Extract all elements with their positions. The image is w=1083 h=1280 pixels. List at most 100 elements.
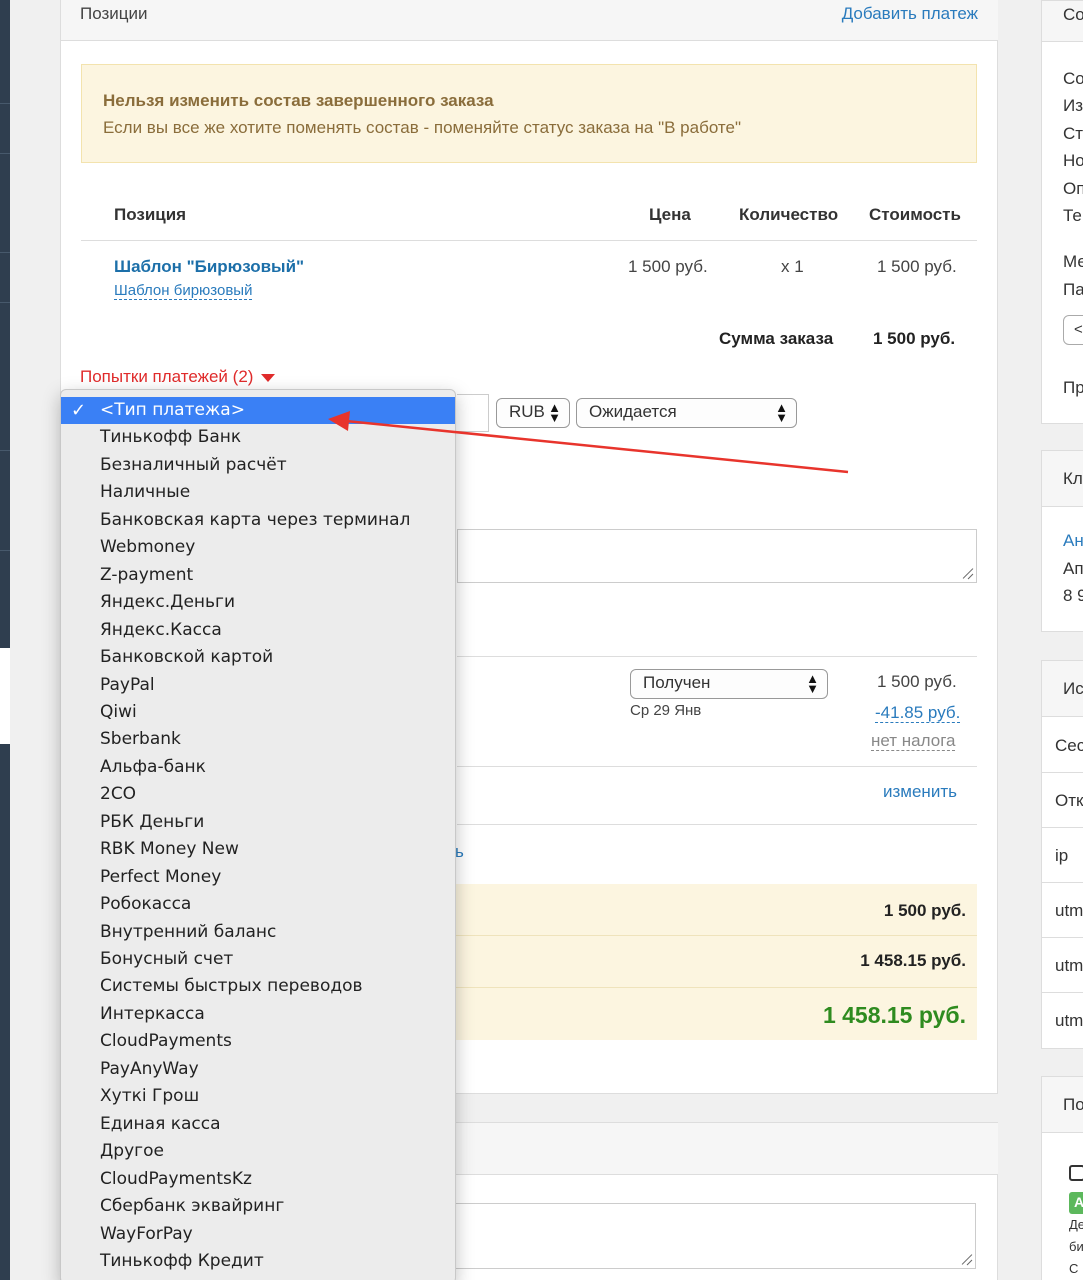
payment-status-value: Ожидается bbox=[589, 402, 677, 421]
rail-divider bbox=[0, 153, 10, 154]
amount-input[interactable] bbox=[457, 394, 489, 432]
right-panel-title: По bbox=[1063, 1095, 1083, 1114]
dropdown-option[interactable]: Внутренний баланс bbox=[61, 919, 455, 946]
order-total-label: Сумма заказа bbox=[719, 329, 834, 348]
dropdown-option[interactable]: Безналичный расчёт bbox=[61, 452, 455, 479]
right-panel-client: Кл Ан Ап 8 9 bbox=[1041, 450, 1083, 632]
change-link[interactable]: изменить bbox=[883, 782, 957, 802]
select-arrows-icon: ▲ ▼ bbox=[548, 400, 561, 425]
dropdown-option[interactable]: Интеркасса bbox=[61, 1001, 455, 1028]
dropdown-option[interactable]: WayForPay bbox=[61, 1221, 455, 1248]
info-line: Из bbox=[1063, 96, 1083, 115]
dropdown-option[interactable]: Webmoney bbox=[61, 534, 455, 561]
rail-active-item[interactable] bbox=[0, 648, 10, 744]
dropdown-option[interactable]: CloudPayments bbox=[61, 1028, 455, 1055]
payment-row-divider bbox=[457, 766, 977, 767]
client-name-link[interactable]: Ан bbox=[1063, 531, 1083, 551]
resize-grip-icon[interactable] bbox=[961, 567, 973, 579]
warning-alert: Нельзя изменить состав завершенного зака… bbox=[81, 64, 977, 163]
dropdown-option-label: WayForPay bbox=[100, 1223, 193, 1244]
checkmark-icon: ✓ bbox=[71, 400, 87, 421]
dropdown-option-label: Внутренний баланс bbox=[100, 921, 277, 942]
dropdown-option[interactable]: ✓ <Тип платежа> bbox=[61, 397, 455, 424]
dropdown-option-label: 2CO bbox=[100, 784, 137, 805]
dropdown-option[interactable]: Системы быстрых переводов bbox=[61, 973, 455, 1000]
right-panel-button-label: < bbox=[1074, 321, 1083, 338]
payment-attempts-toggle[interactable]: Попытки платежей (2) bbox=[80, 367, 276, 387]
order-total-value: 1 500 руб. bbox=[873, 329, 956, 348]
resize-grip-icon[interactable] bbox=[960, 1253, 972, 1265]
bottom-textarea[interactable] bbox=[396, 1203, 976, 1269]
dropdown-option[interactable]: Бонусный счет bbox=[61, 946, 455, 973]
dropdown-option[interactable]: Другое bbox=[61, 1138, 455, 1165]
right-panel-header: Со bbox=[1042, 1, 1083, 42]
caret-down-icon bbox=[261, 373, 276, 382]
dropdown-option[interactable]: РБК Деньги bbox=[61, 809, 455, 836]
dropdown-option[interactable]: PayAnyWay bbox=[61, 1056, 455, 1083]
dropdown-option-label: Банковская карта через терминал bbox=[100, 509, 411, 530]
dropdown-option[interactable]: Sberbank bbox=[61, 726, 455, 753]
payment-amount: 1 500 руб. bbox=[877, 672, 957, 691]
dropdown-option-label: Qiwi bbox=[100, 701, 137, 722]
dropdown-option[interactable]: CloudPaymentsKz bbox=[61, 1166, 455, 1193]
column-header-position: Позиция bbox=[114, 205, 187, 224]
right-panel-info: Со Со Из Ст Но Оп Те Ме Па < Пр bbox=[1041, 0, 1083, 424]
payment-fee-link[interactable]: -41.85 руб. bbox=[875, 703, 961, 723]
comment-textarea[interactable] bbox=[457, 529, 977, 583]
dropdown-option[interactable]: Z-payment bbox=[61, 562, 455, 589]
tax-link[interactable]: нет налога bbox=[871, 731, 956, 751]
item-sku-link[interactable]: Шаблон бирюзовый bbox=[114, 282, 253, 300]
status-badge-label: А bbox=[1074, 1194, 1083, 1210]
dropdown-option[interactable]: Банковская карта через терминал bbox=[61, 507, 455, 534]
dropdown-option[interactable]: RBK Money New bbox=[61, 836, 455, 863]
dropdown-option-label: Безналичный расчёт bbox=[100, 454, 287, 475]
status-badge: А bbox=[1069, 1192, 1083, 1214]
info-line: Оп bbox=[1063, 179, 1083, 198]
warning-title: Нельзя изменить состав завершенного зака… bbox=[103, 91, 494, 110]
source-row: Сес bbox=[1055, 736, 1083, 755]
dropdown-option[interactable]: Qiwi bbox=[61, 699, 455, 726]
dropdown-option[interactable]: Банковской картой bbox=[61, 644, 455, 671]
source-row: utm bbox=[1055, 956, 1083, 975]
dropdown-option[interactable]: Сбербанк эквайринг bbox=[61, 1193, 455, 1220]
received-status-select[interactable]: Получен ▲ ▼ bbox=[630, 669, 828, 699]
dropdown-option-label: Яндекс.Касса bbox=[100, 619, 222, 640]
received-status-value: Получен bbox=[643, 673, 711, 692]
dropdown-option[interactable]: Тинькофф Кредит bbox=[61, 1248, 455, 1275]
dropdown-option[interactable]: Единая касса bbox=[61, 1111, 455, 1138]
item-name-link[interactable]: Шаблон "Бирюзовый" bbox=[114, 257, 304, 277]
rail-divider bbox=[0, 302, 10, 303]
summary-value-total: 1 458.15 руб. bbox=[822, 1002, 966, 1028]
dropdown-option[interactable]: Тинькофф Банк bbox=[61, 424, 455, 451]
dropdown-option[interactable]: Perfect Money bbox=[61, 864, 455, 891]
currency-value: RUB bbox=[509, 402, 545, 421]
partial-link[interactable]: ь bbox=[455, 842, 464, 862]
dropdown-option[interactable]: Наличные bbox=[61, 479, 455, 506]
select-arrows-icon: ▲ ▼ bbox=[806, 671, 819, 696]
dropdown-option[interactable]: Хуткі Грош bbox=[61, 1083, 455, 1110]
checkbox-icon[interactable] bbox=[1069, 1165, 1083, 1181]
column-header-price: Цена bbox=[649, 205, 691, 224]
currency-select[interactable]: RUB ▲ ▼ bbox=[496, 398, 570, 428]
dropdown-option[interactable]: 2CO bbox=[61, 781, 455, 808]
dropdown-option[interactable]: Яндекс.Деньги bbox=[61, 589, 455, 616]
dropdown-option[interactable]: PayPal bbox=[61, 672, 455, 699]
dropdown-option-label: Интеркасса bbox=[100, 1003, 205, 1024]
left-sidebar-rail bbox=[0, 0, 10, 1280]
info-line: Но bbox=[1063, 151, 1083, 170]
dropdown-option-label: Сбербанк эквайринг bbox=[100, 1196, 285, 1217]
table-header-divider bbox=[81, 240, 977, 241]
dropdown-option[interactable]: Робокасса bbox=[61, 891, 455, 918]
payment-status-select[interactable]: Ожидается ▲ ▼ bbox=[576, 398, 797, 428]
extra-line: Де bbox=[1069, 1217, 1083, 1232]
right-panel-button[interactable]: < bbox=[1063, 315, 1083, 345]
select-arrows-icon: ▲ ▼ bbox=[775, 400, 788, 425]
info-line: Те bbox=[1063, 206, 1082, 225]
add-payment-link[interactable]: Добавить платеж bbox=[842, 4, 978, 24]
dropdown-option-label: CloudPaymentsKz bbox=[100, 1168, 252, 1189]
dropdown-option[interactable]: Яндекс.Касса bbox=[61, 617, 455, 644]
info-line: Ст bbox=[1063, 124, 1083, 143]
dropdown-option[interactable]: Альфа-банк bbox=[61, 754, 455, 781]
payment-type-dropdown[interactable]: ✓ <Тип платежа> Тинькофф Банк Безналичный р… bbox=[60, 389, 456, 1280]
source-divider bbox=[1042, 992, 1083, 993]
